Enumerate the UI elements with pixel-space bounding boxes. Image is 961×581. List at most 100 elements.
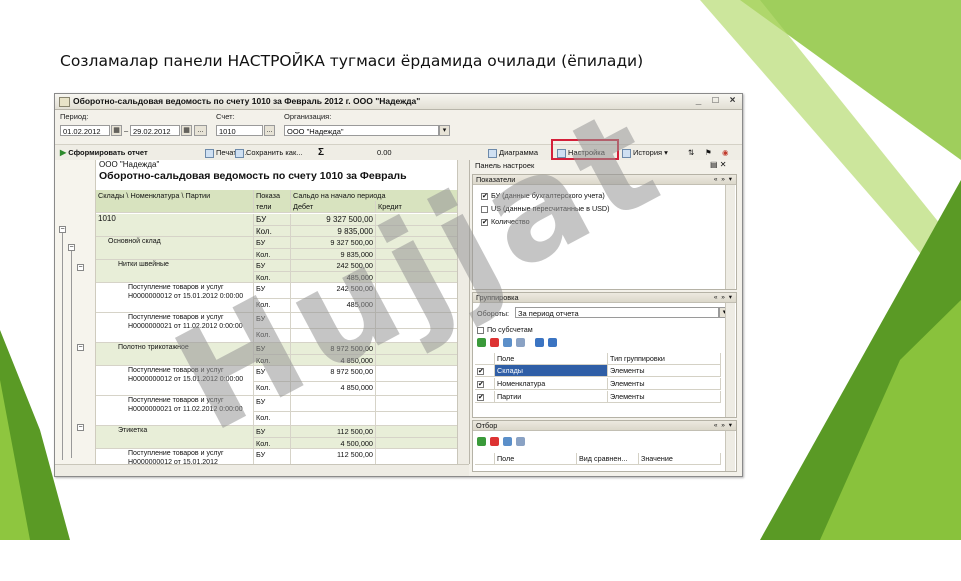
run-report-button[interactable]: ▶ Сформировать отчет: [60, 147, 148, 158]
collapse-icon[interactable]: −: [59, 226, 66, 233]
subaccounts-option[interactable]: По субсчетам: [477, 325, 533, 334]
add-icon[interactable]: [477, 337, 486, 347]
indicators-header: Показатели « » ▾: [473, 175, 736, 185]
row-name: Поступление товаров и услуг Н0000000021 …: [96, 313, 254, 342]
row-debit: 112 500,00: [291, 449, 376, 464]
history-button[interactable]: История ▾: [622, 147, 668, 158]
section-controls[interactable]: « » ▾: [714, 293, 733, 303]
table-subrow: БУ 9 327 500,00: [254, 214, 469, 225]
report-org: ООО "Надежда": [99, 160, 160, 169]
checkbox-checked-icon[interactable]: ✔: [477, 380, 484, 388]
row-name: Полотно трикотажное: [96, 343, 254, 365]
period-select-button[interactable]: ...: [194, 125, 207, 136]
checkbox-checked-icon[interactable]: ✔: [477, 393, 484, 401]
account-select-button[interactable]: ...: [264, 125, 275, 136]
row-indicator: БУ: [254, 449, 291, 464]
column-type: Тип группировки: [608, 353, 721, 364]
row-credit: [376, 449, 469, 464]
refresh-icon[interactable]: ⇅: [688, 147, 694, 158]
row-credit: [376, 382, 469, 397]
add-icon[interactable]: [477, 436, 486, 446]
diagram-button[interactable]: Диаграмма: [488, 147, 538, 158]
section-controls[interactable]: « » ▾: [714, 175, 733, 185]
delete-icon[interactable]: [490, 436, 499, 446]
indicator-item[interactable]: ✔ БУ (данные бухгалтерского учета): [481, 191, 605, 200]
flag-icon[interactable]: ⚑: [705, 147, 712, 158]
grouping-field[interactable]: Склады: [495, 365, 608, 376]
copy-icon[interactable]: [516, 337, 525, 347]
row-debit: 9 327 500,00: [291, 237, 376, 248]
help-icon[interactable]: ◉: [722, 147, 729, 158]
organization-field[interactable]: ООО "Надежда": [284, 125, 439, 136]
report-horizontal-scrollbar[interactable]: [55, 464, 469, 476]
tree-gutter: − − − − −: [55, 160, 96, 464]
grouping-field[interactable]: Партии: [495, 391, 608, 402]
filter-scrollbar[interactable]: [725, 431, 735, 471]
table-subrow: Кол.: [254, 410, 469, 426]
checkbox-checked-icon[interactable]: ✔: [481, 192, 488, 200]
grouping-row[interactable]: ✔ Склады Элементы: [475, 365, 721, 377]
indicators-scrollbar[interactable]: [725, 185, 735, 289]
row-debit: 4 850,000: [291, 381, 376, 396]
copy-icon[interactable]: [516, 436, 525, 446]
collapse-icon[interactable]: −: [77, 344, 84, 351]
report-vertical-scrollbar[interactable]: [457, 160, 469, 464]
chevron-down-icon[interactable]: ▾: [439, 125, 450, 136]
checkbox-icon[interactable]: [481, 205, 488, 213]
collapse-icon[interactable]: −: [77, 264, 84, 271]
column-header-saldo: Сальдо на начало периода: [291, 190, 469, 201]
edit-icon[interactable]: [503, 436, 512, 446]
close-button[interactable]: ×: [726, 95, 739, 107]
maximize-button[interactable]: □: [709, 95, 722, 107]
row-credit: [376, 329, 469, 344]
row-indicator: БУ: [254, 396, 291, 411]
indicator-item[interactable]: ✔ Количество: [481, 217, 530, 226]
grouping-type[interactable]: Элементы: [608, 365, 721, 376]
row-indicator: Кол.: [254, 411, 291, 426]
date-separator: –: [124, 126, 129, 135]
grouping-header: Группировка « » ▾: [473, 293, 736, 303]
row-name: Поступление товаров и услуг Н0000000021 …: [96, 396, 254, 425]
row-credit: [376, 438, 469, 449]
row-indicator: БУ: [254, 237, 291, 248]
table-subrow: БУ 112 500,00: [254, 449, 469, 464]
indicator-item[interactable]: US (данные пересчитанные в USD): [481, 204, 610, 213]
sum-icon[interactable]: Σ: [318, 147, 324, 158]
edit-icon[interactable]: [503, 337, 512, 347]
collapse-icon[interactable]: −: [68, 244, 75, 251]
table-subrow: БУ: [254, 313, 469, 328]
minimize-button[interactable]: _: [692, 95, 705, 107]
grouping-type[interactable]: Элементы: [608, 391, 721, 402]
grouping-row[interactable]: ✔ Партии Элементы: [475, 391, 721, 403]
grouping-type[interactable]: Элементы: [608, 378, 721, 389]
panel-options-icon[interactable]: ▤ ✕: [710, 160, 726, 169]
checkbox-checked-icon[interactable]: ✔: [477, 367, 484, 375]
arrow-up-icon[interactable]: [535, 337, 544, 347]
checkbox-icon[interactable]: [477, 326, 484, 334]
grouping-row[interactable]: ✔ Номенклатура Элементы: [475, 378, 721, 390]
grouping-scrollbar[interactable]: [725, 303, 735, 417]
collapse-icon[interactable]: −: [77, 424, 84, 431]
row-debit: [291, 396, 376, 411]
row-credit: [376, 260, 469, 271]
row-credit: [376, 299, 469, 314]
arrow-down-icon[interactable]: [548, 337, 557, 347]
grouping-field[interactable]: Номенклатура: [495, 378, 608, 389]
date-from-field[interactable]: 01.02.2012: [60, 125, 110, 136]
save-as-button[interactable]: Сохранить как...: [235, 147, 303, 158]
row-credit: [376, 283, 469, 298]
section-controls[interactable]: « » ▾: [714, 421, 733, 431]
delete-icon[interactable]: [490, 337, 499, 347]
grouping-table-header: Поле Тип группировки: [475, 353, 721, 365]
calendar-icon[interactable]: ▦: [111, 125, 122, 136]
subaccounts-label: По субсчетам: [487, 325, 533, 334]
account-field[interactable]: 1010: [216, 125, 263, 136]
calendar-icon[interactable]: ▦: [181, 125, 192, 136]
date-to-field[interactable]: 29.02.2012: [130, 125, 180, 136]
checkbox-checked-icon[interactable]: ✔: [481, 218, 488, 226]
row-name: Поступление товаров и услуг Н0000000012 …: [96, 283, 254, 312]
indicator-label: US (данные пересчитанные в USD): [491, 204, 610, 213]
turnover-select[interactable]: За период отчета: [515, 307, 719, 318]
row-name: Поступление товаров и услуг Н0000000012 …: [96, 366, 254, 395]
turnover-label: Обороты:: [477, 309, 509, 318]
